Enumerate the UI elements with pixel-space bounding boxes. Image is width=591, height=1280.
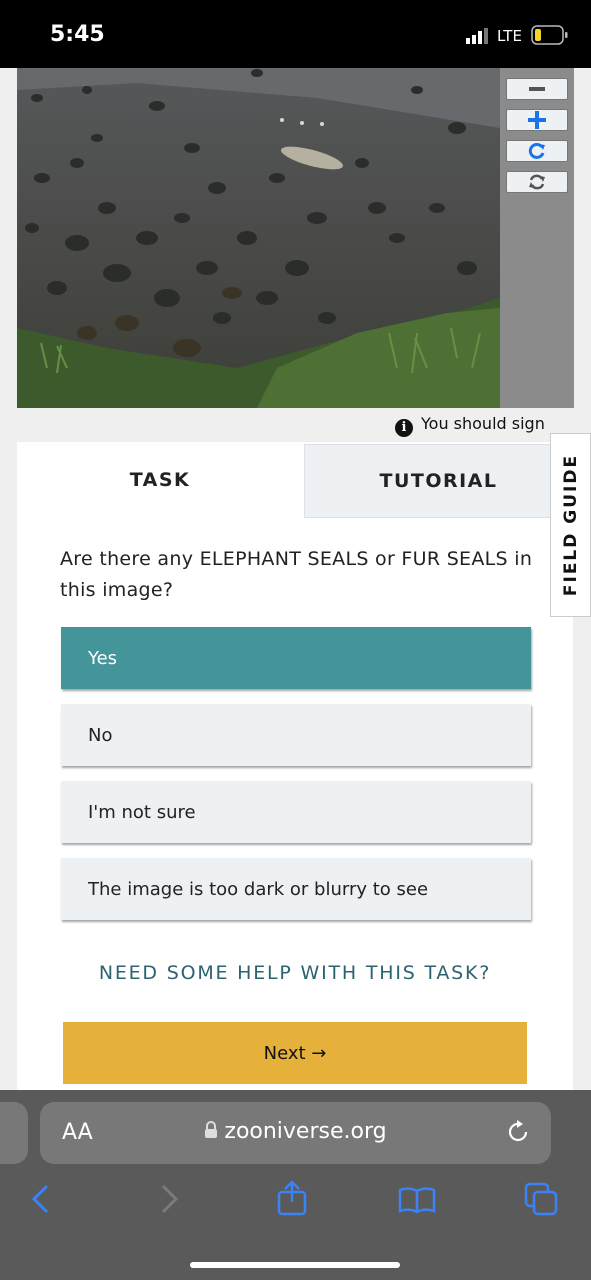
answer-yes[interactable]: Yes [61,627,531,689]
zoom-in-button[interactable] [506,109,568,131]
lock-icon [205,1121,218,1138]
task-question: Are there any ELEPHANT SEALS or FUR SEAL… [60,548,533,601]
address-bar-url: zooniverse.org [40,1119,551,1144]
answer-label: No [88,724,113,746]
sign-in-notice-text: You should sign [421,414,545,433]
answer-no[interactable]: No [61,704,531,766]
url-text: zooniverse.org [224,1119,387,1144]
network-label: LTE [497,27,522,45]
answer-not-sure[interactable]: I'm not sure [61,781,531,843]
clock: 5:45 [50,22,105,47]
info-icon: i [395,419,413,437]
bookmarks-icon[interactable] [398,1186,436,1214]
back-icon[interactable] [30,1184,52,1214]
home-indicator[interactable] [190,1262,400,1268]
field-guide-tab[interactable]: FIELD GUIDE [550,433,591,617]
previous-tab-preview[interactable] [0,1102,28,1164]
zoom-controls [500,68,574,408]
answer-too-dark[interactable]: The image is too dark or blurry to see [61,858,531,920]
zoom-in-icon [528,111,546,129]
rotate-icon [528,142,545,159]
signal-icon [466,28,488,44]
sign-in-notice: i You should sign [395,414,545,437]
next-button[interactable]: Next → [63,1022,527,1084]
zoom-out-button[interactable] [506,78,568,100]
subject-image[interactable] [17,68,500,408]
reset-icon [529,174,545,190]
tab-task[interactable]: TASK [17,442,303,518]
reset-button[interactable] [506,171,568,193]
answer-label: I'm not sure [88,801,196,823]
address-bar[interactable]: AA zooniverse.org [40,1102,551,1164]
answer-label: Yes [88,647,118,669]
browser-toolbar: AA zooniverse.org [0,1090,591,1280]
tab-tutorial[interactable]: TUTORIAL [304,444,573,518]
battery-icon [531,25,568,45]
answer-label: The image is too dark or blurry to see [88,878,429,900]
share-icon[interactable] [276,1180,308,1216]
status-bar: 5:45 LTE [0,0,591,68]
rotate-button[interactable] [506,140,568,162]
help-link[interactable]: NEED SOME HELP WITH THIS TASK? [17,962,573,984]
tabs-icon[interactable] [524,1182,560,1216]
seal-beach-photo [17,68,500,408]
task-panel: TASK TUTORIAL Are there any ELEPHANT SEA… [17,442,573,1090]
reload-icon[interactable] [506,1119,530,1145]
field-guide-label: FIELD GUIDE [560,453,581,597]
web-page: i You should sign TASK TUTORIAL Are there… [0,68,591,1090]
forward-icon[interactable] [158,1184,180,1214]
zoom-out-icon [529,87,545,91]
